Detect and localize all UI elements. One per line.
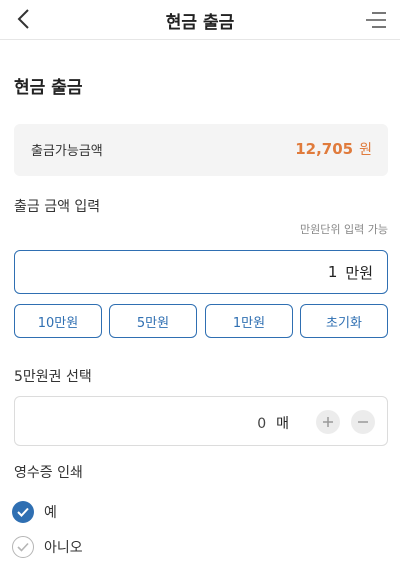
available-amount-unit: 원 bbox=[359, 142, 372, 158]
receipt-label: 영수증 인쇄 bbox=[14, 465, 83, 481]
amount-input-hint: 만원단위 입력 가능 bbox=[300, 223, 388, 236]
add-50000-button[interactable]: 5만원 bbox=[109, 304, 197, 338]
bill-select-label: 5만원권 선택 bbox=[14, 369, 92, 385]
menu-button[interactable] bbox=[362, 6, 390, 34]
add-100000-button[interactable]: 10만원 bbox=[14, 304, 102, 338]
available-amount-number: 12,705 bbox=[295, 140, 354, 158]
back-button[interactable] bbox=[10, 4, 36, 34]
receipt-option-yes[interactable]: 예 bbox=[12, 499, 57, 525]
receipt-option-no[interactable]: 아니오 bbox=[12, 534, 83, 560]
amount-input-unit: 만원 bbox=[345, 263, 373, 282]
section-title: 현금 출금 bbox=[14, 78, 83, 98]
decrease-button[interactable] bbox=[351, 410, 375, 434]
radio-unchecked-icon bbox=[12, 536, 34, 558]
amount-input-value: 1 bbox=[327, 263, 338, 281]
bill-count-unit: 매 bbox=[276, 416, 289, 432]
available-amount-label: 출금가능금액 bbox=[31, 144, 103, 159]
menu-icon bbox=[366, 12, 386, 28]
bill-count-value: 0 bbox=[257, 416, 267, 432]
increase-button[interactable] bbox=[316, 410, 340, 434]
app-header: 현금 출금 bbox=[0, 0, 400, 40]
page-title: 현금 출금 bbox=[165, 13, 235, 33]
add-10000-button[interactable]: 1만원 bbox=[205, 304, 293, 338]
minus-icon bbox=[358, 421, 368, 423]
chevron-left-icon bbox=[17, 9, 29, 29]
amount-input[interactable]: 1 만원 bbox=[14, 250, 388, 294]
reset-button[interactable]: 초기화 bbox=[300, 304, 388, 338]
bill-quantity-stepper: 0매 bbox=[14, 396, 388, 446]
amount-input-label: 출금 금액 입력 bbox=[14, 199, 101, 215]
available-amount-box: 출금가능금액 12,705 원 bbox=[14, 124, 388, 176]
radio-checked-icon bbox=[12, 501, 34, 523]
bill-count: 0매 bbox=[257, 413, 289, 433]
receipt-option-yes-label: 예 bbox=[44, 505, 57, 521]
available-amount-value: 12,705 원 bbox=[295, 139, 372, 159]
plus-icon bbox=[323, 417, 333, 427]
receipt-option-no-label: 아니오 bbox=[44, 540, 83, 556]
